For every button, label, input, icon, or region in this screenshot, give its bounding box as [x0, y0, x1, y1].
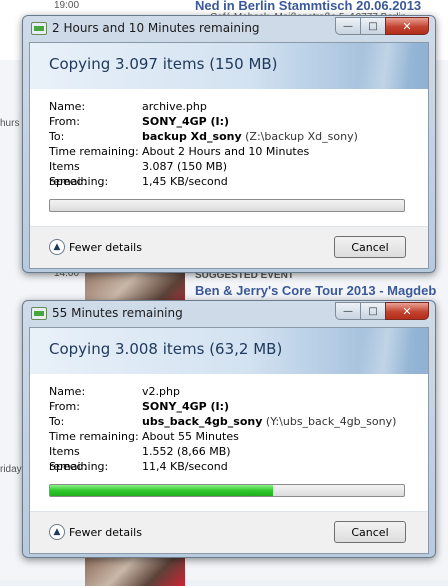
title-bar[interactable]: 2 Hours and 10 Minutes remaining — □ ✕: [23, 16, 435, 42]
minimize-button[interactable]: —: [335, 302, 361, 320]
source-link[interactable]: SONY_4GP (I:): [142, 400, 229, 413]
chevron-up-icon[interactable]: ▲: [49, 239, 65, 255]
speed-label: Speed:: [49, 460, 88, 473]
dialog-body: Copying 3.008 items (63,2 MB) Name: v2.ph…: [29, 327, 429, 554]
event-link[interactable]: Ben & Jerry's Core Tour 2013 - Magdeb: [195, 283, 436, 298]
close-button[interactable]: ✕: [385, 302, 429, 320]
fewer-details-label: Fewer details: [69, 240, 142, 254]
window-title: 55 Minutes remaining: [52, 306, 183, 320]
weekday-label: riday: [0, 464, 22, 475]
from-label: From:: [49, 115, 80, 128]
maximize-button[interactable]: □: [360, 17, 386, 35]
window-title: 2 Hours and 10 Minutes remaining: [52, 21, 260, 35]
file-name: v2.php: [142, 385, 180, 398]
minimize-button[interactable]: —: [335, 17, 361, 35]
name-label: Name:: [49, 385, 86, 398]
destination-path: (Z:\backup Xd_sony): [245, 130, 358, 143]
copy-heading: Copying 3.008 items (63,2 MB): [49, 340, 283, 358]
event-photo[interactable]: [85, 556, 185, 586]
destination-link[interactable]: backup Xd_sony: [142, 130, 242, 143]
to-label: To:: [49, 130, 65, 143]
items-remaining: 1.552 (8,66 MB): [142, 445, 231, 458]
dialog-footer: ▲ Fewer details Cancel: [30, 226, 428, 268]
fewer-details-toggle[interactable]: ▲ Fewer details: [49, 239, 142, 255]
chevron-up-icon[interactable]: ▲: [49, 524, 65, 540]
cancel-button[interactable]: Cancel: [334, 236, 406, 258]
dialog-body: Copying 3.097 items (150 MB) Name: archiv…: [29, 42, 429, 269]
items-remaining: 3.087 (150 MB): [142, 160, 228, 173]
close-button[interactable]: ✕: [385, 17, 429, 35]
title-bar[interactable]: 55 Minutes remaining — □ ✕: [23, 301, 435, 327]
speed-label: Speed:: [49, 175, 88, 188]
transfer-speed: 11,4 KB/second: [142, 460, 228, 473]
items-label: Items remaining:: [49, 160, 109, 188]
time-remaining: About 2 Hours and 10 Minutes: [142, 145, 310, 158]
copy-heading: Copying 3.097 items (150 MB): [49, 55, 278, 73]
progress-bar: [49, 199, 405, 212]
time-remaining: About 55 Minutes: [142, 430, 239, 443]
destination-link[interactable]: ubs_back_4gb_sony: [142, 415, 262, 428]
source-link[interactable]: SONY_4GP (I:): [142, 115, 229, 128]
header-banner: Copying 3.097 items (150 MB): [30, 43, 428, 89]
weekday-label: hurs: [0, 118, 20, 129]
fewer-details-toggle[interactable]: ▲ Fewer details: [49, 524, 142, 540]
from-label: From:: [49, 400, 80, 413]
to-label: To:: [49, 415, 65, 428]
header-banner: Copying 3.008 items (63,2 MB): [30, 328, 428, 374]
copy-dialog: 2 Hours and 10 Minutes remaining — □ ✕ C…: [22, 15, 436, 273]
details-panel: Name: v2.php From: SONY_4GP (I:) To: ubs_ba…: [30, 374, 428, 474]
cancel-button[interactable]: Cancel: [334, 521, 406, 543]
copy-dialog: 55 Minutes remaining — □ ✕ Copying 3.008…: [22, 300, 436, 558]
dialog-footer: ▲ Fewer details Cancel: [30, 511, 428, 553]
destination-path: (Y:\ubs_back_4gb_sony): [265, 415, 397, 428]
progress-fill: [50, 485, 274, 496]
copy-progress-icon: [31, 307, 47, 320]
copy-progress-icon: [31, 22, 47, 35]
details-panel: Name: archive.php From: SONY_4GP (I:) To: b…: [30, 89, 428, 189]
file-name: archive.php: [142, 100, 207, 113]
time-label: Time remaining:: [49, 145, 139, 158]
items-label: Items remaining:: [49, 445, 109, 473]
name-label: Name:: [49, 100, 86, 113]
time-label: Time remaining:: [49, 430, 139, 443]
maximize-button[interactable]: □: [360, 302, 386, 320]
event-time: 19:00: [54, 0, 80, 11]
fewer-details-label: Fewer details: [69, 525, 142, 539]
transfer-speed: 1,45 KB/second: [142, 175, 228, 188]
progress-bar: [49, 484, 405, 497]
